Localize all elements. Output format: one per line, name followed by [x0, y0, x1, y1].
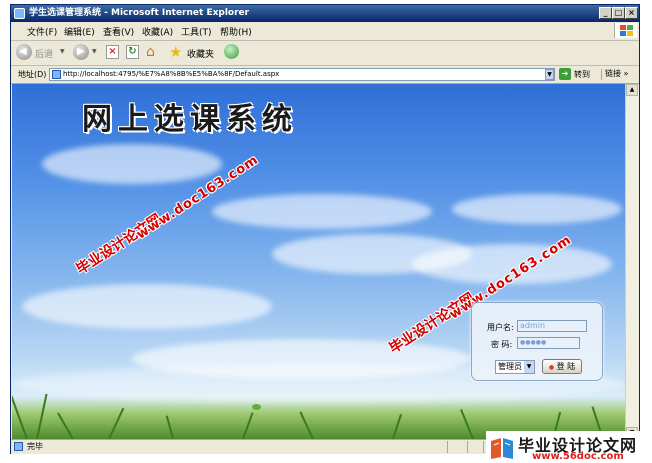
menu-favorites[interactable]: 收藏(A): [142, 25, 173, 38]
address-url: http://localhost:4795/%E7%A8%8B%E5%BA%8F…: [63, 70, 280, 78]
close-button[interactable]: ×: [625, 7, 638, 19]
chevron-down-icon: ▼: [524, 361, 534, 373]
refresh-icon: ↻: [126, 45, 139, 59]
browser-window: 学生选课管理系统 - Microsoft Internet Explorer _…: [10, 4, 640, 454]
windows-logo-icon: [614, 23, 637, 38]
links-button[interactable]: 链接 »: [605, 68, 628, 79]
separator: [467, 441, 468, 453]
status-text: 完毕: [27, 442, 43, 451]
book-logo-icon: [491, 438, 513, 459]
toolbar: ◀ 后退 ▼ ▶ ▼ × ↻ ⌂ ★ 收藏夹: [11, 41, 639, 66]
media-button[interactable]: [223, 43, 241, 62]
login-button-label: 登 陆: [556, 362, 576, 371]
role-value: 管理员: [498, 362, 522, 371]
address-label: 地址(D): [18, 70, 47, 79]
go-button[interactable]: ➔ 转到: [559, 68, 595, 81]
username-label: 用户名:: [487, 323, 514, 332]
login-panel: 用户名: admin 密 码: ●●●●● 管理员 ▼ ● 登 陆: [471, 302, 603, 381]
cloud: [212, 194, 432, 229]
ie-icon: [14, 8, 25, 19]
grass-blade: [460, 408, 474, 439]
page-heading: 网上选课系统: [82, 102, 298, 137]
password-label: 密 码:: [491, 340, 513, 349]
back-label: 后退: [35, 50, 54, 60]
page-status-icon: [14, 442, 23, 451]
menu-file[interactable]: 文件(F): [27, 25, 57, 38]
separator: [601, 69, 602, 80]
username-input[interactable]: admin: [517, 320, 587, 332]
stop-button[interactable]: ×: [105, 43, 121, 62]
window-title: 学生选课管理系统 - Microsoft Internet Explorer: [29, 8, 250, 18]
address-dropdown-icon[interactable]: ▼: [545, 69, 554, 80]
forward-arrow-icon: ▶: [73, 44, 89, 60]
menu-view[interactable]: 查看(V): [103, 25, 134, 38]
back-arrow-icon: ◀: [16, 44, 32, 60]
home-icon: ⌂: [146, 44, 155, 60]
role-select[interactable]: 管理员 ▼: [495, 360, 535, 374]
menu-help[interactable]: 帮助(H): [220, 25, 252, 38]
vertical-scrollbar[interactable]: ▲ ▼: [625, 84, 639, 439]
favorites-label: 收藏夹: [187, 50, 215, 60]
star-icon: ★: [169, 43, 183, 61]
leaf: [252, 404, 261, 410]
back-dropdown-icon: ▼: [60, 48, 65, 55]
home-button[interactable]: ⌂: [145, 43, 163, 62]
favorites-button[interactable]: ★ 收藏夹: [169, 43, 219, 62]
back-button[interactable]: ◀ 后退 ▼: [14, 43, 69, 62]
grass-blade: [36, 393, 48, 439]
cloud: [452, 194, 622, 224]
separator: [447, 441, 448, 453]
minimize-button[interactable]: _: [599, 7, 612, 19]
brand-url: www.56doc.com: [532, 451, 624, 462]
address-bar: 地址(D) http://localhost:4795/%E7%A8%8B%E5…: [11, 66, 639, 84]
address-input[interactable]: http://localhost:4795/%E7%A8%8B%E5%BA%8F…: [49, 68, 555, 81]
grass-blade: [165, 415, 174, 439]
grass-blade: [242, 412, 254, 439]
scroll-up-icon[interactable]: ▲: [626, 84, 638, 96]
forward-button[interactable]: ▶ ▼: [73, 43, 101, 62]
cloud: [22, 284, 272, 329]
cloud: [42, 144, 222, 184]
refresh-button[interactable]: ↻: [125, 43, 141, 62]
page-icon: [52, 70, 61, 79]
password-input[interactable]: ●●●●●: [517, 337, 580, 349]
grass-blade: [299, 411, 314, 439]
grass-blade: [57, 412, 74, 439]
stop-icon: ×: [106, 45, 119, 59]
page-content: 网上选课系统 毕业设计论文网 www.doc163.com 毕业设计论文网 ww…: [12, 84, 625, 439]
links-label: 链接: [605, 69, 621, 78]
site-branding: 毕业设计论文网 www.56doc.com: [486, 431, 652, 463]
forward-dropdown-icon: ▼: [92, 48, 97, 55]
grass-blade: [392, 413, 402, 439]
menu-tools[interactable]: 工具(T): [181, 25, 212, 38]
title-bar: 学生选课管理系统 - Microsoft Internet Explorer _…: [11, 5, 639, 22]
login-button[interactable]: ● 登 陆: [542, 359, 582, 374]
menu-bar: 文件(F) 编辑(E) 查看(V) 收藏(A) 工具(T) 帮助(H): [11, 22, 639, 41]
login-bullet-icon: ●: [548, 364, 555, 371]
grass-blade: [108, 407, 125, 439]
maximize-button[interactable]: □: [612, 7, 625, 19]
separator: [483, 441, 484, 453]
go-label: 转到: [574, 70, 590, 79]
media-icon: [224, 44, 239, 59]
go-arrow-icon: ➔: [559, 68, 571, 80]
menu-edit[interactable]: 编辑(E): [64, 25, 95, 38]
